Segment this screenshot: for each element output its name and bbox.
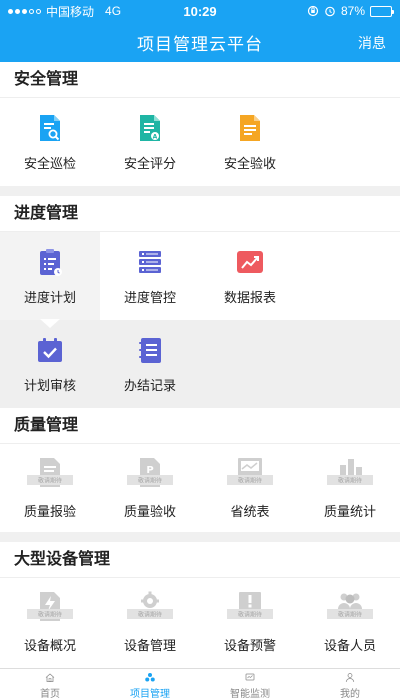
progress-plan-button[interactable]: 进度计划 xyxy=(0,232,100,320)
coming-soon-badge: 敬请期待 xyxy=(38,610,62,618)
doc-pending-icon: 敬请期待 xyxy=(27,457,73,487)
gear-pending-icon: 敬请期待 xyxy=(127,591,173,619)
section-title-equipment: 大型设备管理 xyxy=(0,542,400,578)
svg-text:P: P xyxy=(146,465,153,476)
progress-grid-row1: 进度计划 进度管控 数据报表 xyxy=(0,232,400,320)
coming-soon-badge: 敬请期待 xyxy=(38,476,62,484)
cluster-icon xyxy=(145,673,155,682)
messages-button[interactable]: 消息 xyxy=(358,33,386,53)
quality-grid: 敬请期待 质量报验 P 敬请期待 质量验收 敬请期待 省统表 敬请期待 质量统计 xyxy=(0,444,400,532)
data-report-label: 数据报表 xyxy=(223,289,276,305)
network-label: 4G xyxy=(105,4,122,18)
tab-smart-monitoring-label: 智能监测 xyxy=(230,689,270,700)
home-icon xyxy=(45,673,55,682)
safety-acceptance-label: 安全验收 xyxy=(223,155,276,171)
calendar-check-icon xyxy=(38,337,62,362)
notebook-icon xyxy=(139,337,161,363)
status-bar: 中国移动 4G 10:29 87% xyxy=(0,0,400,22)
battery-percent: 87% xyxy=(340,4,365,18)
alarm-icon xyxy=(325,6,335,17)
equipment-overview-button[interactable]: 敬请期待 设备概况 xyxy=(0,578,100,666)
top-header: 中国移动 4G 10:29 87% 项目管理云平台 消息 xyxy=(0,0,400,62)
section-divider xyxy=(0,186,400,196)
plan-review-label: 计划审核 xyxy=(23,377,76,393)
tab-project-management[interactable]: 项目管理 xyxy=(100,669,200,700)
coming-soon-badge: 敬请期待 xyxy=(338,476,362,484)
doc-accept-icon xyxy=(240,114,260,141)
section-title-quality: 质量管理 xyxy=(0,408,400,444)
orientation-lock-icon xyxy=(307,5,319,17)
quality-acceptance-button[interactable]: P 敬请期待 质量验收 xyxy=(100,444,200,532)
monitor-pending-icon: 敬请期待 xyxy=(227,457,273,485)
plan-clipboard-icon xyxy=(40,248,62,276)
tab-profile[interactable]: 我的 xyxy=(300,669,400,700)
lightning-doc-pending-icon: 敬请期待 xyxy=(27,591,73,621)
safety-inspection-button[interactable]: 安全巡检 xyxy=(0,98,100,186)
quality-inspection-label: 质量报验 xyxy=(23,503,76,519)
quality-inspection-button[interactable]: 敬请期待 质量报验 xyxy=(0,444,100,532)
progress-plan-label: 进度计划 xyxy=(23,289,76,305)
completion-record-label: 办结记录 xyxy=(123,377,176,393)
province-table-label: 省统表 xyxy=(230,503,270,519)
coming-soon-badge: 敬请期待 xyxy=(238,476,262,484)
selection-caret xyxy=(40,319,60,328)
progress-grid-row2: 计划审核 办结记录 xyxy=(0,319,400,408)
progress-control-button[interactable]: 进度管控 xyxy=(100,232,200,320)
server-stack-icon xyxy=(139,250,161,273)
doc-search-icon xyxy=(40,114,60,141)
section-title-progress: 进度管理 xyxy=(0,196,400,232)
tab-home[interactable]: 首页 xyxy=(0,669,100,700)
section-divider xyxy=(0,532,400,542)
equipment-grid: 敬请期待 设备概况 敬请期待 设备管理 敬请期待 设备预警 敬请期待 设备人员 xyxy=(0,578,400,666)
safety-score-button[interactable]: A 安全评分 xyxy=(100,98,200,186)
signal-icon xyxy=(8,8,41,14)
safety-inspection-label: 安全巡检 xyxy=(23,155,76,171)
nav-bar: 项目管理云平台 消息 xyxy=(0,22,400,62)
tab-home-label: 首页 xyxy=(40,689,60,700)
plan-review-button[interactable]: 计划审核 xyxy=(0,320,100,408)
parking-doc-pending-icon: P敬请期待 xyxy=(127,457,173,487)
coming-soon-badge: 敬请期待 xyxy=(138,610,162,618)
equipment-management-label: 设备管理 xyxy=(123,637,176,653)
person-icon xyxy=(345,673,355,683)
trend-chart-icon xyxy=(237,250,263,273)
province-table-button[interactable]: 敬请期待 省统表 xyxy=(200,444,300,532)
equipment-warning-button[interactable]: 敬请期待 设备预警 xyxy=(200,578,300,666)
battery-icon xyxy=(370,5,394,17)
page-title: 项目管理云平台 xyxy=(137,34,263,54)
safety-grid: 安全巡检 A 安全评分 安全验收 xyxy=(0,98,400,186)
equipment-personnel-button[interactable]: 敬请期待 设备人员 xyxy=(300,578,400,666)
progress-control-label: 进度管控 xyxy=(123,289,176,305)
equipment-management-button[interactable]: 敬请期待 设备管理 xyxy=(100,578,200,666)
coming-soon-badge: 敬请期待 xyxy=(138,476,162,484)
bottom-tab-bar: 首页 项目管理 智能监测 我的 xyxy=(0,668,400,700)
equipment-warning-label: 设备预警 xyxy=(223,637,276,653)
warning-board-pending-icon: 敬请期待 xyxy=(227,591,273,619)
safety-score-label: 安全评分 xyxy=(123,155,176,171)
carrier-label: 中国移动 xyxy=(46,4,95,19)
people-pending-icon: 敬请期待 xyxy=(327,593,373,619)
data-report-button[interactable]: 数据报表 xyxy=(200,232,300,320)
section-title-safety: 安全管理 xyxy=(0,62,400,98)
bar-chart-pending-icon: 敬请期待 xyxy=(327,458,373,485)
coming-soon-badge: 敬请期待 xyxy=(238,610,262,618)
completion-record-button[interactable]: 办结记录 xyxy=(100,320,200,408)
tab-project-management-label: 项目管理 xyxy=(130,689,170,700)
quality-stats-label: 质量统计 xyxy=(323,503,376,519)
doc-score-icon: A xyxy=(140,114,160,141)
progress-grid-wrap: 进度计划 进度管控 数据报表 计划审核 办结记录 xyxy=(0,232,400,408)
monitor-icon xyxy=(245,673,255,681)
module-list[interactable]: 安全管理 安全巡检 A 安全评分 安全验收 进度管理 进度计划 进度管控 数据报… xyxy=(0,62,400,668)
safety-acceptance-button[interactable]: 安全验收 xyxy=(200,98,300,186)
svg-text:A: A xyxy=(153,133,158,140)
quality-stats-button[interactable]: 敬请期待 质量统计 xyxy=(300,444,400,532)
quality-acceptance-label: 质量验收 xyxy=(123,503,176,519)
tab-profile-label: 我的 xyxy=(340,689,360,700)
tab-smart-monitoring[interactable]: 智能监测 xyxy=(200,669,300,700)
coming-soon-badge: 敬请期待 xyxy=(338,610,362,618)
equipment-personnel-label: 设备人员 xyxy=(323,637,376,653)
equipment-overview-label: 设备概况 xyxy=(23,637,76,653)
